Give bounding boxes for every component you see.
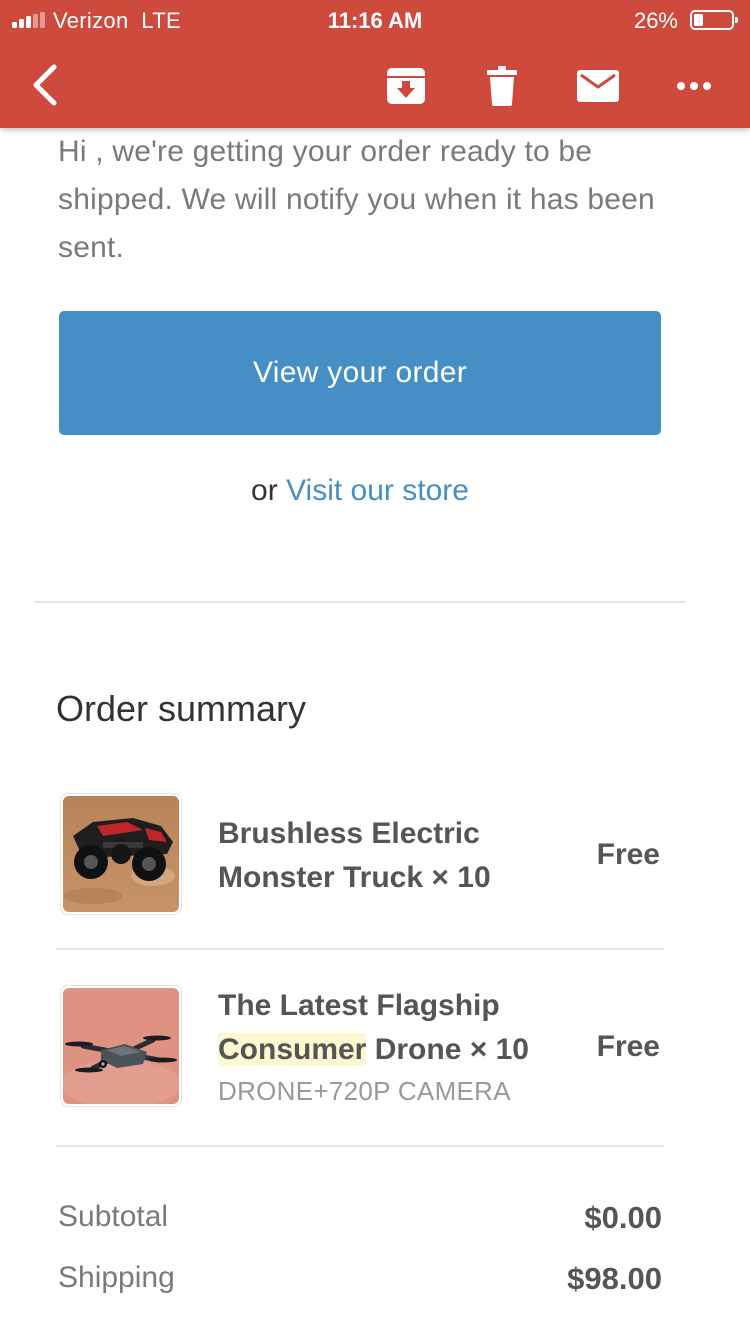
section-divider: [34, 601, 686, 603]
item-divider: [56, 1145, 664, 1147]
delete-button[interactable]: [480, 62, 524, 110]
item-divider: [56, 948, 664, 950]
archive-button[interactable]: [382, 62, 430, 110]
mark-unread-button[interactable]: [574, 62, 622, 110]
monster-truck-image: [60, 793, 182, 915]
archive-icon: [387, 68, 425, 104]
status-bar: Verizon LTE 11:16 AM 26%: [0, 0, 750, 40]
order-summary-title: Order summary: [56, 688, 307, 729]
battery-fill: [694, 14, 703, 26]
shipping-label: Shipping: [58, 1261, 175, 1294]
item-name: Brushless Electric Monster Truck × 10: [218, 817, 491, 894]
mail-icon: [577, 70, 619, 102]
shipping-value: $98.00: [567, 1261, 662, 1296]
visit-store-line: or Visit our store: [0, 474, 720, 508]
battery-icon: [690, 10, 738, 30]
item-quantity: × 10: [431, 861, 491, 894]
back-button[interactable]: [22, 58, 68, 112]
search-highlight: Consumer: [218, 1033, 367, 1066]
intro-message: Hi , we're getting your order ready to b…: [58, 135, 655, 264]
item-name: The Latest Flagship Consumer Drone × 10: [218, 989, 529, 1066]
drone-image: [60, 985, 182, 1107]
trash-icon: [487, 66, 517, 106]
chevron-left-icon: [33, 64, 57, 106]
subtotal-label: Subtotal: [58, 1200, 169, 1233]
view-order-button[interactable]: View your order: [59, 311, 661, 435]
top-app-bar: Verizon LTE 11:16 AM 26%: [0, 0, 750, 128]
more-icon: [677, 82, 711, 90]
or-text: or: [251, 474, 278, 507]
subtotal-value: $0.00: [584, 1200, 662, 1235]
item-price: Free: [596, 838, 660, 871]
more-options-button[interactable]: [670, 62, 718, 110]
battery-percent: 26%: [633, 8, 678, 33]
item-price: Free: [596, 1030, 660, 1063]
item-quantity: × 10: [469, 1033, 529, 1066]
visit-store-link[interactable]: Visit our store: [286, 474, 469, 507]
item-variant: DRONE+720P CAMERA: [218, 1076, 511, 1106]
